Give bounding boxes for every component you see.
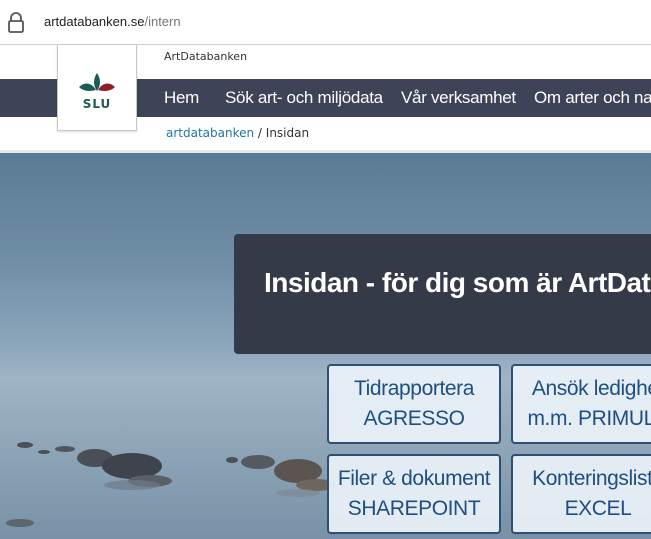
- slu-logo-icon: [79, 73, 115, 91]
- breadcrumb-current: Insidan: [265, 126, 310, 140]
- tile-excel[interactable]: Konteringslista EXCEL: [511, 454, 651, 534]
- nav-item-sok-art[interactable]: Sök art- och miljödata: [225, 79, 383, 117]
- tile-primula-label: Ansök ledighet: [531, 377, 651, 400]
- tile-sharepoint-label: Filer & dokument: [337, 467, 491, 490]
- logo-text: SLU: [82, 97, 112, 111]
- breadcrumb-link-artdatabanken[interactable]: artdatabanken: [166, 126, 254, 140]
- address-bar[interactable]: artdatabanken.se/intern: [0, 0, 651, 45]
- tile-agresso-sublabel: AGRESSO: [363, 407, 465, 430]
- url-text[interactable]: artdatabanken.se/intern: [44, 14, 181, 29]
- lock-icon: [8, 12, 24, 33]
- tile-excel-sublabel: EXCEL: [564, 497, 632, 520]
- slu-logo[interactable]: SLU: [57, 45, 137, 131]
- hero-title-box: Insidan - för dig som är ArtDatabanken-a…: [234, 234, 651, 354]
- tile-agresso-label: Tidrapportera: [353, 377, 475, 400]
- hero-banner: Insidan - för dig som är ArtDatabanken-a…: [0, 153, 651, 539]
- hero-title: Insidan - för dig som är ArtDatabanken-a…: [264, 267, 651, 298]
- breadcrumb-separator: /: [254, 126, 266, 140]
- site-name: ArtDatabanken: [164, 50, 248, 63]
- nav-item-var-verksamhet[interactable]: Vår verksamhet: [401, 79, 516, 117]
- breadcrumb: artdatabanken / Insidan: [166, 126, 309, 140]
- tile-primula-sublabel: m.m. PRIMULA: [527, 407, 651, 430]
- site-header: ArtDatabanken Hem Sök art- och miljödata…: [0, 45, 651, 153]
- url-host: artdatabanken.se: [44, 14, 145, 29]
- tile-primula[interactable]: Ansök ledighet m.m. PRIMULA: [511, 364, 651, 444]
- nav-item-hem[interactable]: Hem: [164, 79, 199, 117]
- tile-agresso[interactable]: Tidrapportera AGRESSO: [327, 364, 501, 444]
- nav-item-om-arter[interactable]: Om arter och natur: [534, 79, 651, 117]
- url-path: /intern: [144, 14, 181, 29]
- tile-sharepoint-sublabel: SHAREPOINT: [347, 497, 481, 520]
- tile-excel-label: Konteringslista: [532, 467, 651, 490]
- tile-sharepoint[interactable]: Filer & dokument SHAREPOINT: [327, 454, 501, 534]
